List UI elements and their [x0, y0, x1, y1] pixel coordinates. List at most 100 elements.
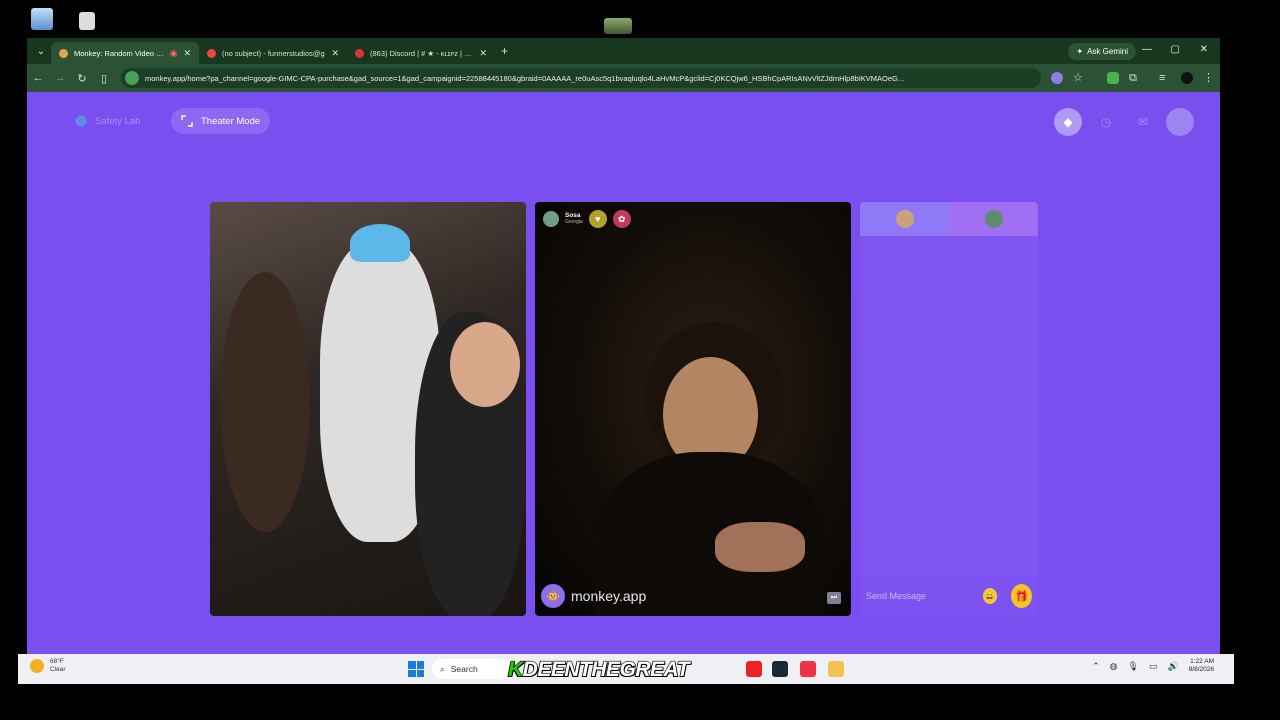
- blue-cap: [350, 224, 410, 262]
- new-tab-button[interactable]: +: [501, 44, 508, 58]
- safety-lab-label: Safety Lab: [95, 115, 141, 127]
- screen: ⌄ Monkey: Random Video Ch ◉ ✕ (no subjec…: [0, 0, 1280, 720]
- close-tab-icon[interactable]: ✕: [331, 48, 339, 59]
- tab-title: (no subject) - funnerstudios@g: [222, 48, 325, 58]
- record-icon: ◉: [169, 47, 178, 58]
- address-bar: ← → ↻ ▯ monkey.app/home?pa_channel=googl…: [27, 64, 1220, 92]
- ask-gemini-button[interactable]: ✦ Ask Gemini: [1068, 43, 1136, 60]
- start-windows-icon[interactable]: [408, 661, 424, 677]
- extension-icon[interactable]: [1107, 72, 1119, 84]
- chat-input-bar: 😄 🎁: [860, 576, 1038, 616]
- remote-user-info: Sosa Georgia ♥ ✿: [543, 210, 631, 228]
- display-icon[interactable]: ▭: [1149, 661, 1158, 672]
- heart-badge-icon[interactable]: ♥: [588, 210, 607, 228]
- clock-date: 8/8/2026: [1188, 666, 1214, 673]
- chat-tabs: [860, 202, 1038, 236]
- tab-search-chevron-icon[interactable]: ⌄: [31, 41, 51, 61]
- weather-widget[interactable]: 68°F Clear: [30, 658, 66, 674]
- clock[interactable]: 1:22 AM 8/8/2026: [1189, 658, 1214, 674]
- taskbar-search[interactable]: ⌕ Search: [432, 659, 518, 679]
- close-window-icon[interactable]: ✕: [1200, 44, 1208, 55]
- weather-temp: 68°F: [50, 658, 64, 665]
- close-tab-icon[interactable]: ✕: [479, 48, 487, 59]
- recycle-bin-icon[interactable]: [31, 8, 53, 30]
- file-explorer-icon[interactable]: [828, 661, 844, 677]
- volume-icon[interactable]: 🔊: [1167, 661, 1178, 672]
- monkey-home-icon[interactable]: ◆: [1054, 108, 1082, 136]
- youtube-icon[interactable]: [746, 661, 762, 677]
- url-field[interactable]: monkey.app/home?pa_channel=google-GIMC-C…: [121, 68, 1041, 88]
- url-text: monkey.app/home?pa_channel=google-GIMC-C…: [145, 73, 905, 83]
- profile-avatar[interactable]: [1166, 108, 1194, 136]
- monkey-page: Safety Lab Theater Mode ◆ ◷ ✉ Sosa Georg…: [27, 92, 1220, 654]
- remote-username: Sosa: [565, 212, 581, 219]
- local-video: [210, 202, 526, 616]
- expand-icon: [181, 115, 193, 127]
- tab-chat-user-1[interactable]: [860, 202, 949, 236]
- chrome-icon[interactable]: [800, 661, 816, 677]
- gmail-favicon-icon: [207, 48, 216, 58]
- menu-kebab-icon[interactable]: ⋮: [1203, 72, 1215, 84]
- remote-location: Georgia: [565, 219, 583, 225]
- safety-lab-button[interactable]: Safety Lab: [65, 108, 150, 134]
- skip-icon[interactable]: ⏭: [827, 592, 841, 604]
- history-clock-icon[interactable]: ◷: [1092, 108, 1120, 136]
- system-tray: ⌃ ◍ 🎙 ▭ 🔊 1:22 AM 8/8/2026: [1092, 658, 1214, 674]
- remote-video: Sosa Georgia ♥ ✿ 🐵 monkey.app ⏭: [535, 202, 851, 616]
- clock-time: 1:22 AM: [1190, 658, 1214, 665]
- site-info-icon[interactable]: [125, 71, 139, 85]
- search-label: Search: [450, 664, 478, 674]
- desktop-file-icon[interactable]: [79, 12, 95, 30]
- messages-icon[interactable]: ✉: [1129, 108, 1157, 136]
- tab-monkey[interactable]: Monkey: Random Video Ch ◉ ✕: [51, 42, 199, 64]
- chat-user-avatar: [895, 210, 914, 228]
- watermark-text: monkey.app: [571, 588, 647, 604]
- steam-icon[interactable]: [772, 661, 788, 677]
- mic-icon[interactable]: 🎙: [1128, 661, 1139, 672]
- hands: [715, 522, 805, 572]
- gift-icon[interactable]: 🎁: [1011, 584, 1032, 608]
- forward-icon[interactable]: →: [49, 72, 71, 84]
- monkey-watermark: 🐵 monkey.app: [541, 584, 646, 608]
- weather-desc: Clear: [50, 666, 66, 673]
- browser-window: ⌄ Monkey: Random Video Ch ◉ ✕ (no subjec…: [27, 38, 1220, 654]
- media-controls-icon[interactable]: ≡: [1159, 72, 1171, 84]
- tab-chat-user-2[interactable]: [949, 202, 1038, 236]
- face: [450, 322, 520, 407]
- person-silhouette: [220, 272, 310, 532]
- monkey-logo-icon: 🐵: [541, 584, 565, 608]
- remote-avatar[interactable]: [543, 211, 559, 227]
- profile-icon[interactable]: [1181, 72, 1193, 84]
- chat-panel: 😄 🎁: [860, 202, 1038, 616]
- discord-favicon-icon: [355, 48, 364, 58]
- tray-chevron-icon[interactable]: ⌃: [1092, 661, 1100, 672]
- network-icon[interactable]: ◍: [1110, 661, 1118, 672]
- theater-mode-label: Theater Mode: [201, 115, 261, 127]
- tab-gmail[interactable]: (no subject) - funnerstudios@g ✕: [199, 42, 347, 64]
- search-icon: ⌕: [440, 663, 445, 674]
- bookmark-star-icon[interactable]: ☆: [1073, 72, 1085, 84]
- split-view-icon[interactable]: ▯: [93, 72, 115, 85]
- lens-icon[interactable]: [1051, 72, 1063, 84]
- tab-strip: ⌄ Monkey: Random Video Ch ◉ ✕ (no subjec…: [27, 38, 1220, 64]
- tab-discord[interactable]: (863) Discord | # ★ - ᴋʟɪᴘᴢ | $ɢʀ ✕: [347, 42, 495, 64]
- close-tab-icon[interactable]: ✕: [183, 48, 191, 59]
- minimize-icon[interactable]: —: [1142, 44, 1152, 55]
- ask-gemini-label: Ask Gemini: [1087, 47, 1128, 56]
- back-icon[interactable]: ←: [27, 72, 49, 84]
- gemini-sparkle-icon: ✦: [1076, 47, 1084, 56]
- taskbar: 68°F Clear ⌕ Search KDEENTHEGREAT ⌃ ◍ 🎙 …: [18, 654, 1234, 684]
- reload-icon[interactable]: ↻: [71, 72, 93, 85]
- monkey-favicon-icon: [59, 48, 68, 58]
- tab-title: Monkey: Random Video Ch: [74, 48, 164, 58]
- desktop-image-icon[interactable]: [604, 18, 632, 34]
- send-message-input[interactable]: [866, 591, 983, 601]
- tab-title: (863) Discord | # ★ - ᴋʟɪᴘᴢ | $ɢʀ: [370, 48, 474, 58]
- moon-weather-icon: [30, 659, 44, 673]
- chat-user-avatar: [984, 210, 1003, 228]
- emoji-icon[interactable]: 😄: [983, 588, 997, 604]
- maximize-icon[interactable]: ▢: [1171, 44, 1180, 55]
- extensions-puzzle-icon[interactable]: ⧉: [1129, 72, 1141, 84]
- theater-mode-button[interactable]: Theater Mode: [171, 108, 271, 134]
- add-friend-badge-icon[interactable]: ✿: [612, 210, 631, 228]
